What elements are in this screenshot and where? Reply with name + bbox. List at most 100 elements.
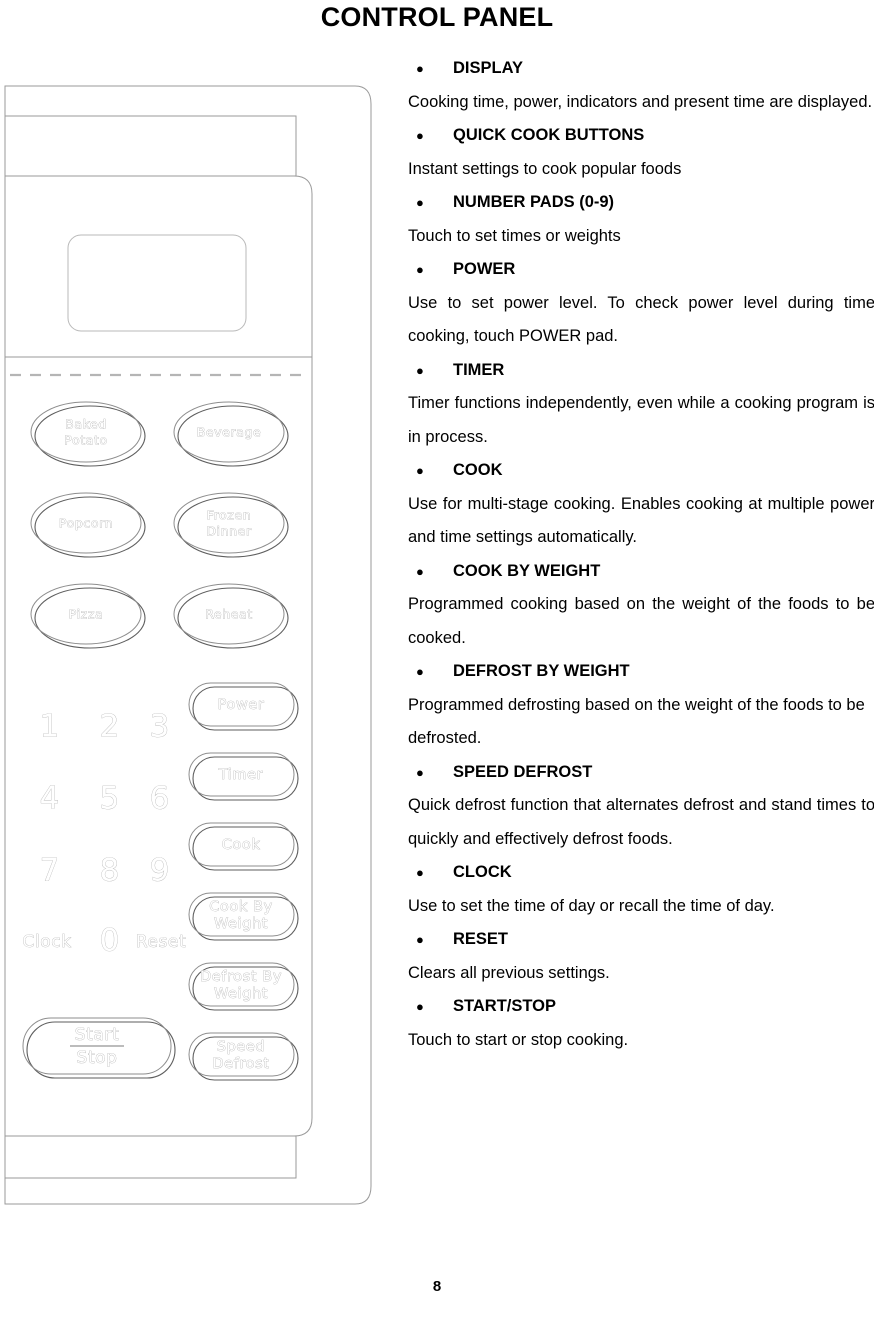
function-button-defrost-by-weight: Defrost By Weight bbox=[188, 962, 299, 1011]
feature-item-cook: ● COOK Use for multi-stage cooking. Enab… bbox=[408, 454, 874, 555]
feature-heading-label: COOK bbox=[453, 461, 503, 479]
feature-heading-label: TIMER bbox=[453, 360, 505, 379]
function-button-label-line1: Speed bbox=[217, 1039, 265, 1055]
feature-item-speed-defrost: ● SPEED DEFROST Quick defrost function t… bbox=[408, 756, 874, 857]
function-button-label-line2: Weight bbox=[214, 986, 268, 1002]
feature-heading-label: COOK BY WEIGHT bbox=[453, 561, 601, 580]
clock-pad: Clock bbox=[22, 932, 71, 952]
feature-item-quick-cook-buttons: ● QUICK COOK BUTTONS Instant settings to… bbox=[408, 119, 874, 186]
function-button-cook-by-weight: Cook By Weight bbox=[188, 892, 299, 941]
feature-description: Use to set power level. To check power l… bbox=[408, 293, 874, 346]
feature-item-display: ● DISPLAY Cooking time, power, indicator… bbox=[408, 52, 874, 119]
feature-list: ● DISPLAY Cooking time, power, indicator… bbox=[408, 52, 874, 1057]
feature-heading: ● RESET bbox=[408, 923, 874, 957]
function-button-label-line1: Defrost By bbox=[200, 969, 282, 985]
feature-description: Use to set the time of day or recall the… bbox=[408, 896, 775, 915]
quick-cook-button-beverage: Beverage bbox=[173, 401, 289, 467]
feature-heading: ● POWER bbox=[408, 253, 874, 287]
number-pad-5: 5 bbox=[100, 781, 121, 817]
feature-heading-label: QUICK COOK BUTTONS bbox=[453, 126, 645, 144]
feature-description: Instant settings to cook popular foods bbox=[408, 159, 682, 178]
appliance-top-trim bbox=[5, 115, 297, 177]
feature-heading-label: NUMBER PADS (0-9) bbox=[453, 193, 615, 211]
reset-pad: Reset bbox=[136, 932, 187, 952]
quick-cook-label-line1: Beverage bbox=[197, 425, 262, 440]
quick-cook-button-popcorn: Popcorn bbox=[30, 492, 146, 558]
bullet-icon: ● bbox=[416, 563, 424, 579]
feature-heading: ● START/STOP bbox=[408, 990, 874, 1024]
bullet-icon: ● bbox=[416, 999, 424, 1014]
bullet-icon: ● bbox=[416, 195, 424, 210]
feature-heading-label: DEFROST BY WEIGHT bbox=[453, 662, 630, 680]
control-panel-illustration: Baked Potato Beverage Popcorn Frozen Din… bbox=[0, 78, 380, 1213]
function-button-label-line2: Weight bbox=[214, 916, 268, 932]
quick-cook-label-line1: Frozen bbox=[207, 508, 252, 523]
feature-description: Use for multi-stage cooking. Enables coo… bbox=[408, 494, 874, 547]
bullet-icon: ● bbox=[416, 463, 424, 478]
feature-heading-label: POWER bbox=[453, 260, 516, 278]
quick-cook-label-line2: Potato bbox=[64, 433, 107, 448]
number-pad-9: 9 bbox=[150, 853, 171, 889]
feature-description: Timer functions independently, even whil… bbox=[408, 394, 874, 446]
number-pad-7: 7 bbox=[40, 853, 61, 889]
bullet-icon: ● bbox=[416, 362, 424, 378]
number-pad-6: 6 bbox=[150, 781, 171, 817]
quick-cook-label-line1: Pizza bbox=[69, 607, 104, 622]
number-pad-8: 8 bbox=[100, 853, 121, 889]
feature-heading-label: DISPLAY bbox=[453, 59, 523, 77]
quick-cook-label-line2: Dinner bbox=[206, 524, 252, 539]
feature-heading-label: RESET bbox=[453, 930, 509, 948]
quick-cook-button-baked-potato: Baked Potato bbox=[30, 401, 146, 467]
number-pad-4: 4 bbox=[40, 781, 61, 817]
feature-heading: ● CLOCK bbox=[408, 856, 874, 890]
bullet-icon: ● bbox=[416, 932, 424, 947]
feature-item-timer: ● TIMER Timer functions independently, e… bbox=[408, 354, 874, 455]
feature-description: Touch to set times or weights bbox=[408, 226, 621, 245]
feature-item-number-pads: ● NUMBER PADS (0-9) Touch to set times o… bbox=[408, 186, 874, 253]
feature-heading: ● COOK BY WEIGHT bbox=[408, 555, 874, 589]
feature-item-defrost-by-weight: ● DEFROST BY WEIGHT Programmed defrostin… bbox=[408, 655, 874, 756]
function-button-timer: Timer bbox=[188, 752, 299, 801]
function-button-label: Cook bbox=[222, 837, 261, 853]
quick-cook-button-pizza: Pizza bbox=[30, 583, 146, 649]
function-button-label-line1: Cook By bbox=[209, 899, 273, 915]
start-stop-label-stop: Stop bbox=[76, 1048, 117, 1068]
quick-cook-button-frozen-dinner: Frozen Dinner bbox=[173, 492, 289, 558]
feature-heading: ● DEFROST BY WEIGHT bbox=[408, 655, 874, 689]
quick-cook-label-line1: Baked bbox=[65, 417, 107, 432]
feature-item-start-stop: ● START/STOP Touch to start or stop cook… bbox=[408, 990, 874, 1057]
feature-description: Programmed defrosting based on the weigh… bbox=[408, 695, 865, 748]
bullet-icon: ● bbox=[416, 664, 424, 679]
feature-description: Cooking time, power, indicators and pres… bbox=[408, 92, 873, 111]
start-stop-button: Start Stop bbox=[22, 1017, 176, 1079]
quick-cook-label-line1: Popcorn bbox=[59, 516, 113, 531]
feature-description: Touch to start or stop cooking. bbox=[408, 1030, 629, 1049]
feature-item-cook-by-weight: ● COOK BY WEIGHT Programmed cooking base… bbox=[408, 555, 874, 656]
appliance-bottom-trim bbox=[5, 1135, 297, 1179]
bullet-icon: ● bbox=[416, 262, 424, 277]
function-button-label-line2: Defrost bbox=[212, 1056, 269, 1072]
function-button-cook: Cook bbox=[188, 822, 299, 871]
feature-heading-label: SPEED DEFROST bbox=[453, 762, 593, 781]
feature-heading: ● SPEED DEFROST bbox=[408, 756, 874, 790]
page-title: CONTROL PANEL bbox=[320, 2, 554, 32]
bullet-icon: ● bbox=[416, 865, 424, 880]
feature-description: Quick defrost function that alternates d… bbox=[408, 796, 874, 848]
function-button-label: Timer bbox=[218, 767, 263, 783]
feature-heading: ● TIMER bbox=[408, 354, 874, 388]
feature-item-power: ● POWER Use to set power level. To check… bbox=[408, 253, 874, 354]
feature-heading-label: CLOCK bbox=[453, 863, 512, 881]
function-button-speed-defrost: Speed Defrost bbox=[188, 1032, 299, 1081]
function-button-label: Power bbox=[218, 697, 265, 713]
number-pad-3: 3 bbox=[150, 709, 171, 745]
page-number: 8 bbox=[432, 1278, 442, 1295]
bullet-icon: ● bbox=[416, 128, 424, 143]
feature-heading: ● COOK bbox=[408, 454, 874, 488]
feature-description: Programmed cooking based on the weight o… bbox=[408, 595, 874, 647]
feature-description: Clears all previous settings. bbox=[408, 963, 610, 982]
feature-item-clock: ● CLOCK Use to set the time of day or re… bbox=[408, 856, 874, 923]
feature-item-reset: ● RESET Clears all previous settings. bbox=[408, 923, 874, 990]
display-window bbox=[67, 234, 247, 332]
start-stop-label-start: Start bbox=[75, 1025, 120, 1045]
feature-heading: ● NUMBER PADS (0-9) bbox=[408, 186, 874, 220]
